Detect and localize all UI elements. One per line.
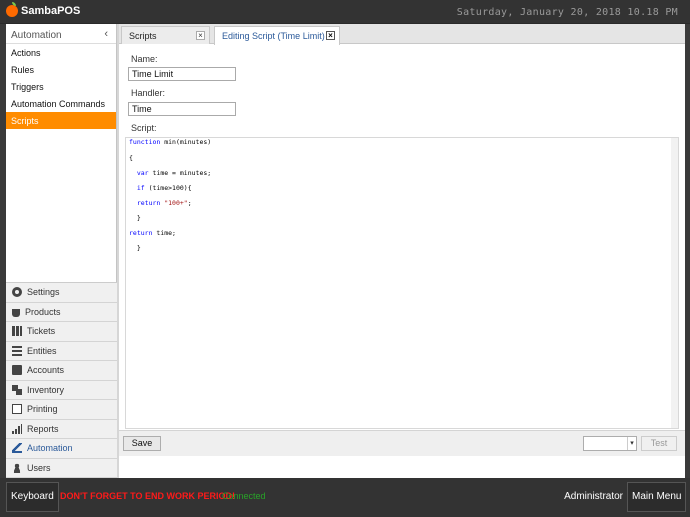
code-keyword: return [129,229,153,237]
app-logo: SambaPOS [6,2,81,17]
current-user: Administrator [564,491,623,502]
tab-label: Editing Script (Time Limit) [222,31,325,41]
nav-item-accounts[interactable]: Accounts [6,361,117,381]
code-keyword: function [129,138,161,146]
nav-item-users[interactable]: Users [6,458,117,478]
document-icon [12,404,22,415]
close-icon[interactable]: × [196,31,205,40]
code-keyword: if [136,184,145,192]
nav-label: Printing [27,404,58,415]
main-area: Automation ‹ Actions Rules Triggers Auto… [6,24,685,478]
sidebar-item-actions[interactable]: Actions [6,44,116,61]
nav-label: Entities [27,345,57,356]
code-line-3: var time = minutes; [136,169,212,177]
handler-label: Handler: [131,88,166,98]
script-editor[interactable]: function min(minutes) { var time = minut… [125,137,679,429]
nav-label: Users [27,462,51,473]
content-panel: Scripts × Editing Script (Time Limit) × … [119,24,685,478]
main-menu-button[interactable]: Main Menu [627,482,687,512]
sidebar-item-scripts[interactable]: Scripts [6,112,116,129]
work-period-warning: DON'T FORGET TO END WORK PERIOD! [60,491,235,501]
date-time: Saturday, January 20, 2018 10.18 PM [456,7,678,18]
gear-icon [12,287,22,298]
name-input[interactable] [128,67,236,81]
tab-strip: Scripts × Editing Script (Time Limit) × [119,24,685,45]
script-label: Script: [131,123,157,133]
tab-editing-script[interactable]: Editing Script (Time Limit) × [214,26,340,45]
close-icon[interactable]: × [326,31,335,40]
nav-item-products[interactable]: Products [6,302,117,322]
sidebar-list: Actions Rules Triggers Automation Comman… [6,44,116,282]
nav-item-entities[interactable]: Entities [6,341,117,361]
nav-item-settings[interactable]: Settings [6,283,117,303]
sidebar-title: Automation [11,30,62,41]
nav-item-reports[interactable]: Reports [6,419,117,439]
nav-label: Products [25,306,61,317]
nav-label: Automation [27,443,73,454]
code-line-6: } [129,214,141,222]
nav-label: Accounts [27,365,65,376]
calculator-icon [12,365,22,376]
books-icon [12,326,22,337]
test-button[interactable]: Test [641,436,677,451]
keyboard-button[interactable]: Keyboard [6,482,59,512]
title-bar: SambaPOS Saturday, January 20, 2018 10.1… [0,0,690,24]
nav-label: Inventory [27,384,65,395]
code-text: min(minutes) [164,138,212,146]
sidebar-header: Automation ‹ [6,24,116,44]
editor-scrollbar[interactable] [671,138,678,428]
code-line-8: } [129,244,141,252]
chevron-left-icon[interactable]: ‹ [104,28,108,40]
list-icon [12,345,22,356]
nav-item-inventory[interactable]: Inventory [6,380,117,400]
sambapos-logo-icon [6,2,18,17]
code-line-2: { [129,154,133,162]
handler-input[interactable] [128,102,236,116]
code-line-1: function min(minutes) [129,138,211,146]
sidebar-item-rules[interactable]: Rules [6,61,116,78]
tab-label: Scripts [129,31,157,41]
bar-chart-icon [12,423,22,434]
nav-item-printing[interactable]: Printing [6,400,117,420]
bottom-bar: Keyboard DON'T FORGET TO END WORK PERIOD… [0,478,690,517]
code-string: "100+" [164,199,188,207]
save-button[interactable]: Save [123,436,161,451]
tab-scripts[interactable]: Scripts × [121,26,210,44]
nav-item-tickets[interactable]: Tickets [6,322,117,342]
connection-status: Connected [222,491,266,501]
code-line-4: if (time>100){ [136,184,192,192]
user-icon [12,462,22,473]
name-label: Name: [131,54,158,64]
nav-label: Tickets [27,326,56,337]
nav-item-automation[interactable]: Automation [6,439,117,459]
sidebar: Automation ‹ Actions Rules Triggers Auto… [6,24,117,478]
sidebar-item-automation-commands[interactable]: Automation Commands [6,95,116,112]
code-line-5: return "100+"; [136,199,192,207]
main-nav: Settings Products Tickets Entities Accou… [6,282,117,478]
app-name: SambaPOS [21,5,81,17]
pen-icon [12,443,22,454]
code-keyword: var [136,169,149,177]
nav-label: Reports [27,423,59,434]
nav-label: Settings [27,287,60,298]
code-line-7: return time; [129,229,176,237]
code-keyword: return [136,199,161,207]
cup-icon [12,308,20,317]
inventory-icon [12,384,22,395]
test-combo[interactable]: ▾ [583,436,637,451]
sidebar-item-triggers[interactable]: Triggers [6,78,116,95]
chevron-down-icon[interactable]: ▾ [627,437,636,450]
editor-footer: Save ▾ Test [119,430,685,456]
